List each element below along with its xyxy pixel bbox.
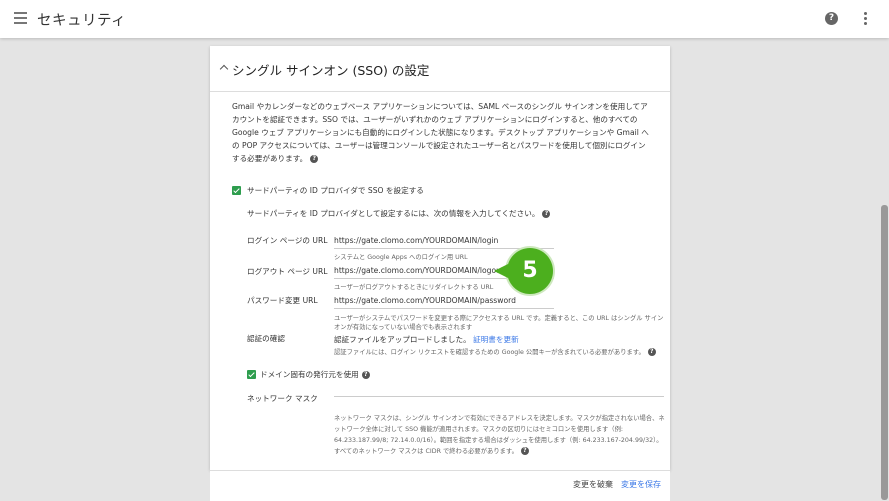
more-vert-icon[interactable] (864, 12, 867, 27)
login-url-input[interactable]: https://gate.clomo.com/YOURDOMAIN/login (334, 234, 554, 249)
password-url-input[interactable]: https://gate.clomo.com/YOURDOMAIN/passwo… (334, 294, 554, 309)
help-icon[interactable]: ? (647, 348, 656, 356)
step-callout-badge: 5 (494, 248, 553, 294)
logout-url-hint: ユーザーがログアウトするときにリダイレクトする URL (334, 284, 494, 291)
footer-bar: 変更を破棄 変更を保存 (210, 470, 670, 501)
certificate-hint-text: 認証ファイルには、ログイン リクエストを確認するための Google 公開キーが… (334, 349, 645, 356)
login-url-label: ログイン ページの URL (247, 236, 328, 245)
section-description: Gmail やカレンダーなどのウェブベース アプリケーションについては、SAML… (232, 100, 652, 165)
enable-sso-checkbox[interactable] (232, 186, 241, 195)
page-title: セキュリティ (37, 13, 127, 29)
network-mask-hint: ネットワーク マスクは、シングル サインオンで有効にできるアドレスを決定します。… (334, 413, 666, 457)
domain-issuer-text: ドメイン固有の発行元を使用? (260, 369, 370, 380)
description-text: Gmail やカレンダーなどのウェブベース アプリケーションについては、SAML… (232, 102, 649, 163)
scrollbar-thumb[interactable] (881, 205, 888, 500)
network-mask-label: ネットワーク マスク (247, 394, 318, 403)
certificate-hint: 認証ファイルには、ログイン リクエストを確認するための Google 公開キーが… (334, 348, 664, 357)
password-url-label: パスワード変更 URL (247, 296, 318, 305)
certificate-status-text: 認証ファイルをアップロードしました。 (334, 335, 471, 344)
instructions-text: サードパーティを ID プロバイダとして設定するには、次の情報を入力してください… (247, 208, 551, 219)
help-icon[interactable]: ? (310, 155, 319, 163)
update-certificate-link[interactable]: 証明書を更新 (473, 335, 519, 344)
certificate-label: 認証の確認 (247, 334, 285, 343)
help-icon[interactable]: ? (542, 210, 551, 218)
login-url-hint: システムと Google Apps へのログイン用 URL (334, 254, 468, 261)
section-header[interactable]: シングル サインオン (SSO) の設定 (210, 46, 670, 92)
domain-issuer-label: ドメイン固有の発行元を使用 (260, 370, 359, 379)
logout-url-label: ログアウト ページ URL (247, 267, 328, 276)
app-bar: セキュリティ ? (0, 0, 889, 38)
enable-sso-label: サードパーティの ID プロバイダで SSO を設定する (247, 186, 424, 195)
instructions-label: サードパーティを ID プロバイダとして設定するには、次の情報を入力してください… (247, 209, 540, 218)
help-icon[interactable]: ? (825, 12, 838, 25)
chevron-up-icon[interactable] (219, 64, 229, 74)
menu-icon[interactable] (14, 12, 27, 24)
domain-issuer-checkbox[interactable] (247, 370, 256, 379)
sso-settings-card: シングル サインオン (SSO) の設定 Gmail やカレンダーなどのウェブベ… (210, 46, 670, 470)
section-title: シングル サインオン (SSO) の設定 (232, 63, 430, 78)
network-mask-hint-text: ネットワーク マスクは、シングル サインオンで有効にできるアドレスを決定します。… (334, 415, 665, 455)
certificate-status: 認証ファイルをアップロードしました。 証明書を更新 (334, 334, 519, 345)
password-url-hint: ユーザーがシステムでパスワードを変更する際にアクセスする URL です。定義する… (334, 315, 664, 331)
discard-changes-button[interactable]: 変更を破棄 (573, 479, 613, 490)
help-icon[interactable]: ? (361, 371, 370, 379)
save-changes-button[interactable]: 変更を保存 (621, 479, 661, 490)
help-icon[interactable]: ? (520, 447, 529, 455)
